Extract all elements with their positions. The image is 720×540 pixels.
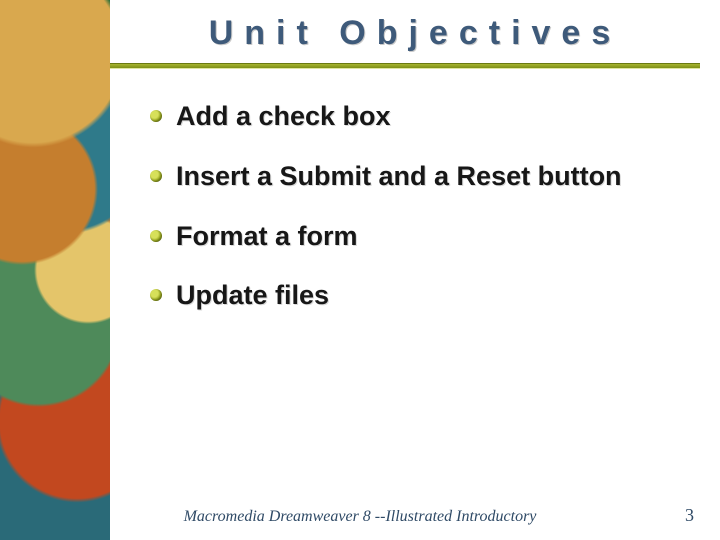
bullet-icon	[150, 170, 162, 182]
footer-text: Macromedia Dreamweaver 8 --Illustrated I…	[0, 508, 720, 526]
list-item: Update files	[150, 279, 680, 313]
slide: Unit Objectives Add a check box Insert a…	[0, 0, 720, 540]
objectives-list: Add a check box Insert a Submit and a Re…	[150, 100, 680, 339]
list-item: Format a form	[150, 220, 680, 254]
bullet-icon	[150, 289, 162, 301]
page-number: 3	[685, 505, 694, 526]
title-area: Unit Objectives	[110, 8, 720, 63]
objective-text: Add a check box	[176, 101, 391, 131]
decorative-sidebar-art	[0, 0, 110, 540]
list-item: Add a check box	[150, 100, 680, 134]
objective-text: Format a form	[176, 221, 358, 251]
bullet-icon	[150, 110, 162, 122]
list-item: Insert a Submit and a Reset button	[150, 160, 680, 194]
bullet-icon	[150, 230, 162, 242]
objective-text: Update files	[176, 280, 329, 310]
title-underline	[110, 63, 700, 69]
slide-title: Unit Objectives	[209, 8, 622, 63]
objective-text: Insert a Submit and a Reset button	[176, 161, 622, 191]
